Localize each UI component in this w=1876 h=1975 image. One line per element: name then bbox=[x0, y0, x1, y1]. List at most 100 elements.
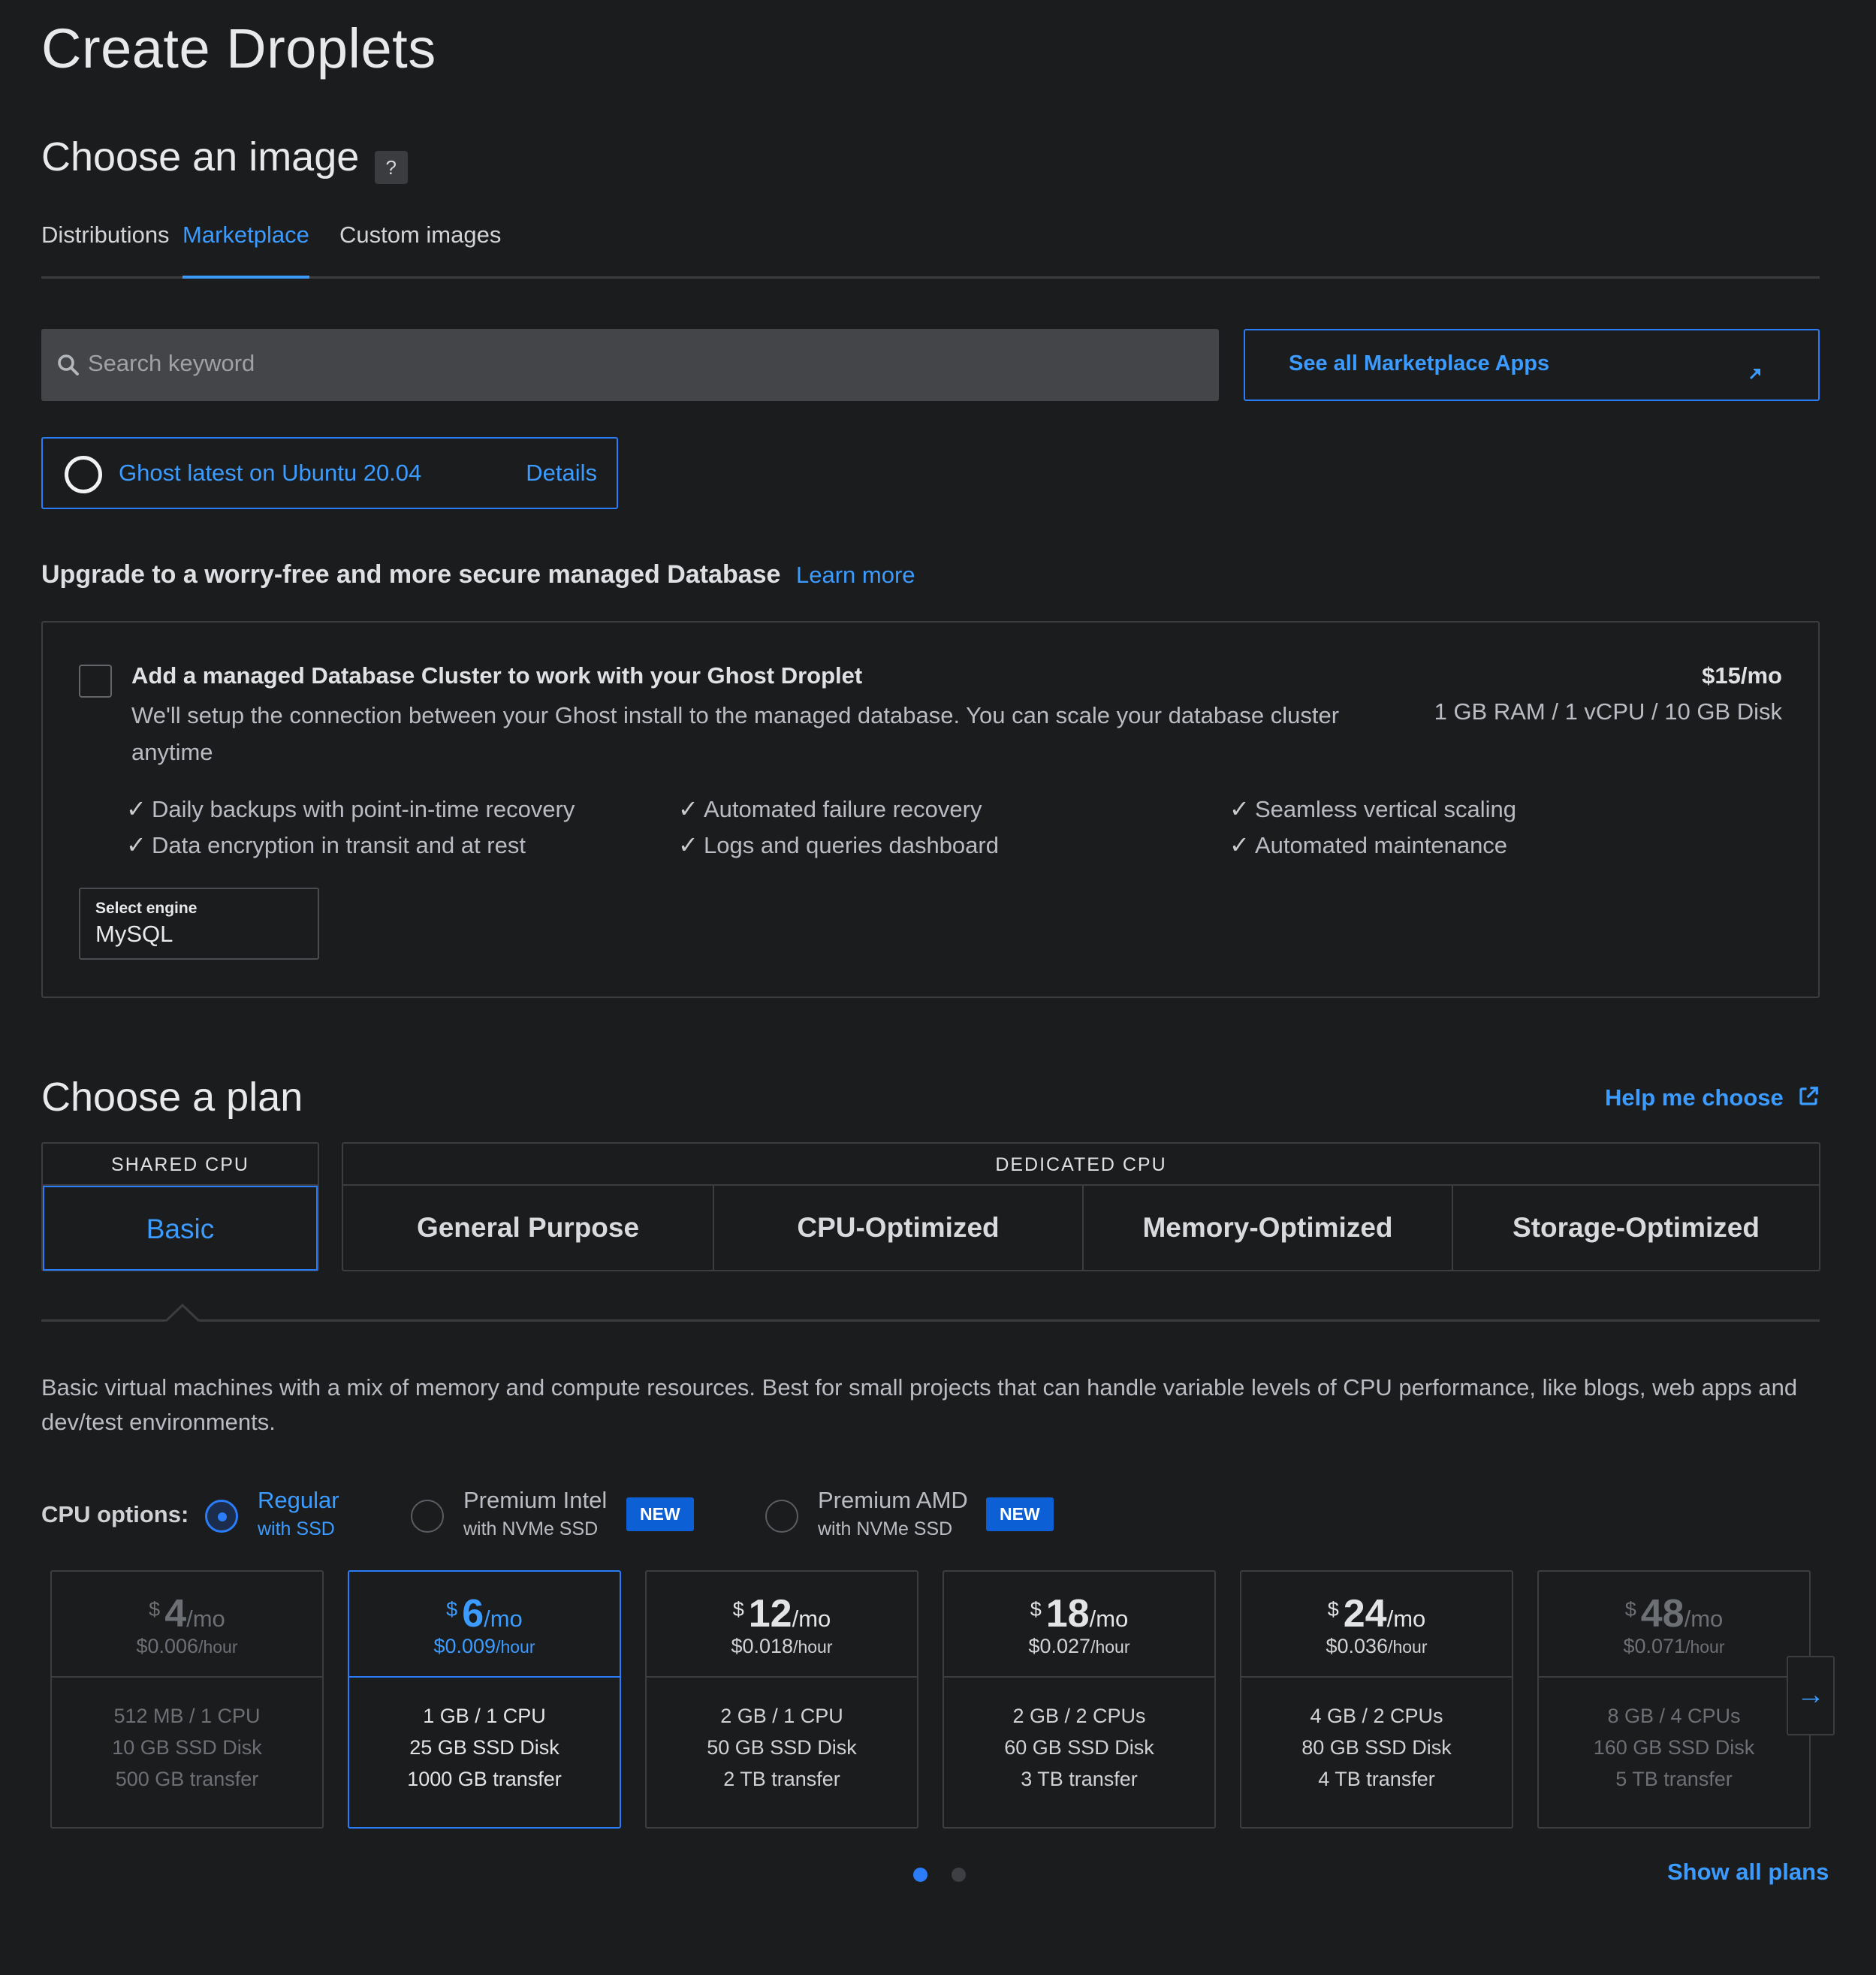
database-card-description: We'll setup the connection between your … bbox=[131, 702, 1340, 765]
tab-custom-images[interactable]: Custom images bbox=[339, 222, 501, 249]
tab-storage-optimized[interactable]: Storage-Optimized bbox=[1452, 1186, 1819, 1270]
image-tabs: Distributions Marketplace Custom images bbox=[41, 222, 1820, 279]
database-spec: 1 GB RAM / 1 vCPU / 10 GB Disk bbox=[1434, 698, 1782, 725]
plan-spec-transfer: 1000 GB transfer bbox=[407, 1768, 562, 1790]
help-me-choose-link[interactable]: Help me choose bbox=[1605, 1084, 1820, 1111]
section-title-plan: Choose a plan bbox=[41, 1075, 303, 1120]
plan-spec-compute: 4 GB / 2 CPUs bbox=[1310, 1705, 1443, 1727]
cpu-option-regular[interactable]: Regular with SSD bbox=[258, 1487, 339, 1540]
page-title: Create Droplets bbox=[41, 17, 436, 80]
plan-card[interactable]: $4/mo $0.006/hour 512 MB / 1 CPU 10 GB S… bbox=[50, 1570, 324, 1829]
new-badge: NEW bbox=[626, 1497, 694, 1531]
plan-hourly: $0.036/hour bbox=[1326, 1635, 1428, 1657]
show-all-plans-link[interactable]: Show all plans bbox=[1667, 1859, 1829, 1886]
pagination-dot[interactable] bbox=[952, 1868, 966, 1882]
dedicated-cpu-group: DEDICATED CPU General Purpose CPU-Optimi… bbox=[342, 1142, 1820, 1271]
feature-item: ✓ Automated maintenance bbox=[1229, 831, 1508, 858]
section-title-image: Choose an image bbox=[41, 134, 360, 179]
database-price: $15/mo bbox=[1702, 662, 1782, 689]
new-badge: NEW bbox=[986, 1497, 1054, 1531]
plan-spec-transfer: 4 TB transfer bbox=[1318, 1768, 1435, 1790]
plan-spec-compute: 2 GB / 1 CPU bbox=[720, 1705, 843, 1727]
check-icon: ✓ bbox=[126, 795, 146, 822]
plan-spec-disk: 60 GB SSD Disk bbox=[1004, 1736, 1154, 1759]
learn-more-link[interactable]: Learn more bbox=[796, 562, 915, 589]
feature-item: ✓ Daily backups with point-in-time recove… bbox=[126, 795, 575, 822]
check-icon: ✓ bbox=[678, 795, 698, 822]
dedicated-cpu-label: DEDICATED CPU bbox=[343, 1144, 1819, 1186]
plan-spec-disk: 160 GB SSD Disk bbox=[1593, 1736, 1755, 1759]
plan-hourly: $0.009/hour bbox=[433, 1635, 535, 1657]
app-details-link[interactable]: Details bbox=[526, 460, 597, 487]
plan-price: $12/mo bbox=[732, 1592, 831, 1636]
plan-spec-disk: 25 GB SSD Disk bbox=[409, 1736, 559, 1759]
plan-spec-disk: 50 GB SSD Disk bbox=[707, 1736, 857, 1759]
feature-item: ✓ Seamless vertical scaling bbox=[1229, 795, 1517, 822]
database-card-title: Add a managed Database Cluster to work w… bbox=[131, 662, 863, 689]
plan-card[interactable]: $24/mo $0.036/hour 4 GB / 2 CPUs 80 GB S… bbox=[1240, 1570, 1513, 1829]
plan-spec-disk: 80 GB SSD Disk bbox=[1301, 1736, 1452, 1759]
plan-spec-transfer: 3 TB transfer bbox=[1021, 1768, 1138, 1790]
plan-price: $6/mo bbox=[446, 1592, 523, 1636]
cpu-option-premium-intel[interactable]: Premium Intel with NVMe SSD bbox=[463, 1487, 607, 1540]
caret-up-icon bbox=[165, 1304, 200, 1322]
cpu-option-premium-amd[interactable]: Premium AMD with NVMe SSD bbox=[818, 1487, 968, 1540]
tab-basic[interactable]: Basic bbox=[43, 1186, 318, 1271]
add-database-checkbox[interactable] bbox=[79, 665, 112, 698]
tab-cpu-optimized[interactable]: CPU-Optimized bbox=[713, 1186, 1082, 1270]
cpu-option-premium-amd-radio[interactable] bbox=[765, 1500, 798, 1533]
search-input[interactable]: Search keyword bbox=[41, 329, 1219, 401]
check-icon: ✓ bbox=[1229, 831, 1250, 858]
next-plans-button[interactable]: → bbox=[1787, 1656, 1835, 1735]
app-radio[interactable] bbox=[65, 456, 102, 493]
plan-hourly: $0.027/hour bbox=[1028, 1635, 1130, 1657]
arrow-right-icon: → bbox=[1796, 1679, 1825, 1711]
plan-spec-compute: 2 GB / 2 CPUs bbox=[1012, 1705, 1146, 1727]
plan-spec-transfer: 500 GB transfer bbox=[115, 1768, 259, 1790]
marketplace-button-label: See all Marketplace Apps bbox=[1289, 351, 1550, 375]
plan-spec-compute: 8 GB / 4 CPUs bbox=[1607, 1705, 1741, 1727]
pagination-dot-active[interactable] bbox=[913, 1868, 927, 1882]
see-all-marketplace-button[interactable]: See all Marketplace Apps bbox=[1244, 329, 1820, 401]
tab-general-purpose[interactable]: General Purpose bbox=[343, 1186, 713, 1270]
plan-spec-transfer: 2 TB transfer bbox=[723, 1768, 840, 1790]
plan-price: $24/mo bbox=[1327, 1592, 1426, 1636]
shared-cpu-label: SHARED CPU bbox=[43, 1144, 318, 1186]
plan-hourly: $0.006/hour bbox=[136, 1635, 238, 1657]
tab-marketplace[interactable]: Marketplace bbox=[182, 222, 309, 279]
engine-select[interactable]: Select engine MySQL bbox=[79, 888, 319, 960]
plan-card[interactable]: $18/mo $0.027/hour 2 GB / 2 CPUs 60 GB S… bbox=[943, 1570, 1216, 1829]
plan-spec-compute: 1 GB / 1 CPU bbox=[423, 1705, 546, 1727]
search-icon bbox=[58, 354, 79, 375]
tab-memory-optimized[interactable]: Memory-Optimized bbox=[1082, 1186, 1452, 1270]
database-upgrade-title: Upgrade to a worry-free and more secure … bbox=[41, 560, 781, 589]
plan-price: $4/mo bbox=[149, 1592, 225, 1636]
feature-item: ✓ Automated failure recovery bbox=[678, 795, 982, 822]
search-placeholder: Search keyword bbox=[88, 350, 255, 376]
plan-price: $48/mo bbox=[1624, 1592, 1724, 1636]
engine-select-value: MySQL bbox=[95, 921, 173, 947]
cpu-option-regular-radio[interactable] bbox=[205, 1500, 238, 1533]
app-label: Ghost latest on Ubuntu 20.04 bbox=[119, 460, 422, 486]
feature-item: ✓ Data encryption in transit and at rest bbox=[126, 831, 526, 858]
help-icon[interactable]: ? bbox=[374, 150, 408, 184]
plan-card[interactable]: $12/mo $0.018/hour 2 GB / 1 CPU 50 GB SS… bbox=[645, 1570, 918, 1829]
shared-cpu-group: SHARED CPU Basic bbox=[41, 1142, 319, 1271]
plan-hourly: $0.018/hour bbox=[731, 1635, 833, 1657]
external-arrow-icon bbox=[1749, 368, 1761, 380]
plan-card-selected[interactable]: $6/mo $0.009/hour 1 GB / 1 CPU 25 GB SSD… bbox=[348, 1570, 621, 1829]
plan-card[interactable]: $48/mo $0.071/hour 8 GB / 4 CPUs 160 GB … bbox=[1537, 1570, 1811, 1829]
tab-distributions[interactable]: Distributions bbox=[41, 222, 170, 249]
image-section-header: Choose an image ? bbox=[41, 134, 408, 184]
check-icon: ✓ bbox=[1229, 795, 1250, 822]
selected-app-ghost[interactable]: Ghost latest on Ubuntu 20.04 Details bbox=[41, 437, 618, 509]
check-icon: ✓ bbox=[678, 831, 698, 858]
cpu-options-label: CPU options: bbox=[41, 1501, 189, 1527]
plan-spec-compute: 512 MB / 1 CPU bbox=[113, 1705, 261, 1727]
cpu-option-premium-intel-radio[interactable] bbox=[411, 1500, 444, 1533]
feature-item: ✓ Logs and queries dashboard bbox=[678, 831, 999, 858]
plan-spec-transfer: 5 TB transfer bbox=[1615, 1768, 1733, 1790]
engine-select-label: Select engine bbox=[95, 900, 198, 917]
plan-description: Basic virtual machines with a mix of mem… bbox=[41, 1374, 1798, 1435]
check-icon: ✓ bbox=[126, 831, 146, 858]
